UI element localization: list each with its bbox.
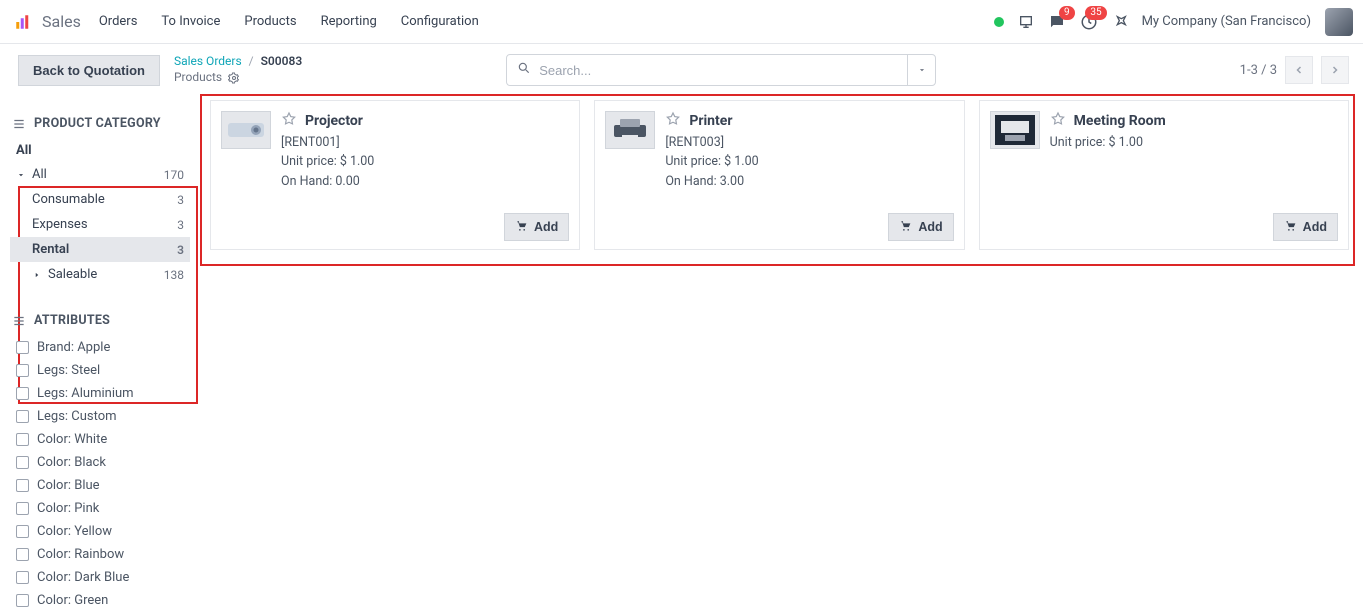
attr-color-rainbow[interactable]: Color: Rainbow — [10, 543, 190, 566]
activities-icon[interactable]: 35 — [1080, 13, 1098, 31]
attr-color-yellow[interactable]: Color: Yellow — [10, 520, 190, 543]
product-thumb — [605, 111, 655, 149]
pager-text: 1-3 / 3 — [1240, 63, 1277, 78]
breadcrumb-order[interactable]: S00083 — [261, 54, 303, 68]
product-title: Printer — [689, 113, 732, 129]
checkbox-icon[interactable] — [16, 433, 29, 446]
checkbox-icon[interactable] — [16, 341, 29, 354]
attr-legs-custom[interactable]: Legs: Custom — [10, 405, 190, 428]
list-icon — [12, 117, 26, 131]
company-switcher[interactable]: My Company (San Francisco) — [1142, 14, 1311, 29]
attr-color-white[interactable]: Color: White — [10, 428, 190, 451]
checkbox-icon[interactable] — [16, 479, 29, 492]
attr-color-black[interactable]: Color: Black — [10, 451, 190, 474]
voip-icon[interactable] — [1018, 14, 1034, 30]
messages-badge: 9 — [1059, 6, 1075, 20]
checkbox-icon[interactable] — [16, 525, 29, 538]
product-price: Unit price: $ 1.00 — [281, 152, 374, 171]
star-icon[interactable] — [281, 111, 297, 131]
menu-products[interactable]: Products — [244, 14, 296, 29]
product-ref: [RENT001] — [281, 133, 374, 152]
product-thumb — [990, 111, 1040, 149]
cart-icon — [899, 219, 912, 235]
attr-color-dark-blue[interactable]: Color: Dark Blue — [10, 566, 190, 589]
attributes-list: Brand: Apple Legs: Steel Legs: Aluminium… — [10, 336, 190, 612]
systray: 9 35 My Company (San Francisco) — [994, 8, 1353, 36]
activities-badge: 35 — [1085, 6, 1106, 20]
attr-color-green[interactable]: Color: Green — [10, 589, 190, 612]
back-to-quotation-button[interactable]: Back to Quotation — [18, 55, 160, 86]
breadcrumb: Sales Orders / S00083 Products — [174, 54, 302, 85]
breadcrumb-root[interactable]: Sales Orders — [174, 54, 242, 68]
attr-color-pink[interactable]: Color: Pink — [10, 497, 190, 520]
add-button[interactable]: Add — [504, 213, 569, 241]
sidebar: PRODUCT CATEGORY All All 170 Consumable3… — [0, 94, 200, 250]
product-card-projector[interactable]: Projector [RENT001] Unit price: $ 1.00 O… — [210, 100, 580, 250]
top-nav: Sales Orders To Invoice Products Reporti… — [0, 0, 1363, 44]
pager-prev[interactable] — [1285, 56, 1313, 84]
category-consumable[interactable]: Consumable3 — [10, 187, 190, 212]
attr-brand-apple[interactable]: Brand: Apple — [10, 336, 190, 359]
star-icon[interactable] — [1050, 111, 1066, 131]
product-price: Unit price: $ 1.00 — [665, 152, 758, 171]
main-menu: Orders To Invoice Products Reporting Con… — [99, 14, 479, 29]
cart-icon — [1284, 219, 1297, 235]
messages-icon[interactable]: 9 — [1048, 13, 1066, 31]
menu-orders[interactable]: Orders — [99, 14, 138, 29]
product-title: Meeting Room — [1074, 113, 1166, 129]
search-icon — [517, 61, 531, 79]
product-card-meeting-room[interactable]: Meeting Room Unit price: $ 1.00 Add — [979, 100, 1349, 250]
category-expenses[interactable]: Expenses3 — [10, 212, 190, 237]
category-rental[interactable]: Rental3 — [10, 237, 190, 262]
product-ref: [RENT003] — [665, 133, 758, 152]
search-dropdown[interactable] — [907, 55, 935, 85]
checkbox-icon[interactable] — [16, 502, 29, 515]
app-name[interactable]: Sales — [42, 12, 81, 31]
menu-to-invoice[interactable]: To Invoice — [161, 14, 220, 29]
presence-icon — [994, 17, 1004, 27]
menu-configuration[interactable]: Configuration — [401, 14, 479, 29]
debug-icon[interactable] — [1112, 14, 1128, 30]
category-root[interactable]: All 170 — [10, 162, 190, 187]
attr-color-blue[interactable]: Color: Blue — [10, 474, 190, 497]
main-content: Projector [RENT001] Unit price: $ 1.00 O… — [200, 94, 1363, 250]
search-box — [506, 54, 936, 86]
checkbox-icon[interactable] — [16, 571, 29, 584]
list-icon — [12, 314, 26, 328]
checkbox-icon[interactable] — [16, 387, 29, 400]
checkbox-icon[interactable] — [16, 594, 29, 607]
product-onhand: On Hand: 0.00 — [281, 172, 374, 191]
category-header: PRODUCT CATEGORY — [12, 116, 188, 131]
pager-next[interactable] — [1321, 56, 1349, 84]
app-logo-icon — [14, 13, 32, 31]
cart-icon — [515, 219, 528, 235]
pager: 1-3 / 3 — [1240, 56, 1349, 84]
attributes-header: ATTRIBUTES — [12, 313, 188, 328]
checkbox-icon[interactable] — [16, 548, 29, 561]
star-icon[interactable] — [665, 111, 681, 131]
checkbox-icon[interactable] — [16, 456, 29, 469]
product-card-printer[interactable]: Printer [RENT003] Unit price: $ 1.00 On … — [594, 100, 964, 250]
checkbox-icon[interactable] — [16, 410, 29, 423]
attr-legs-steel[interactable]: Legs: Steel — [10, 359, 190, 382]
add-button[interactable]: Add — [888, 213, 953, 241]
product-title: Projector — [305, 113, 363, 129]
menu-reporting[interactable]: Reporting — [321, 14, 377, 29]
checkbox-icon[interactable] — [16, 364, 29, 377]
search-input[interactable] — [539, 63, 897, 78]
control-bar: Back to Quotation Sales Orders / S00083 … — [0, 44, 1363, 94]
product-thumb — [221, 111, 271, 149]
breadcrumb-page: Products — [174, 70, 222, 86]
product-price: Unit price: $ 1.00 — [1050, 133, 1166, 152]
product-onhand: On Hand: 3.00 — [665, 172, 758, 191]
gear-icon[interactable] — [228, 72, 240, 84]
attr-legs-aluminium[interactable]: Legs: Aluminium — [10, 382, 190, 405]
category-all[interactable]: All — [10, 139, 190, 162]
caret-right-icon — [32, 270, 42, 280]
user-avatar[interactable] — [1325, 8, 1353, 36]
category-saleable[interactable]: Saleable 138 — [10, 262, 190, 287]
add-button[interactable]: Add — [1273, 213, 1338, 241]
caret-down-icon — [16, 170, 26, 180]
